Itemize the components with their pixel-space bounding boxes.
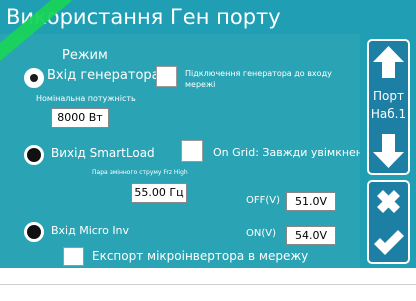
radio-smartload-output[interactable] xyxy=(24,145,44,165)
gen-port-panel: Використання Ген порту Режим Вхід генера… xyxy=(0,0,416,268)
confirm-button[interactable] xyxy=(369,224,408,264)
radio-micro-inv-input[interactable] xyxy=(24,222,44,242)
on-grid-checkbox[interactable] xyxy=(181,140,203,162)
radio-generator-input[interactable] xyxy=(24,68,44,88)
port-selector-group: Порт Наб.1 xyxy=(367,39,410,175)
on-grid-label: On Grid: Завжди увімкнено xyxy=(213,146,370,159)
port-down-button[interactable] xyxy=(369,129,408,173)
grid-connect-label-line1: Підключення генератора до входу xyxy=(185,69,332,78)
rated-power-field[interactable]: 8000 Вт xyxy=(51,108,109,128)
option-generator-input-label: Вхід генератора xyxy=(47,68,160,83)
export-micro-inv-label: Експорт мікроінвертора в мережу xyxy=(92,249,309,263)
off-voltage-label: OFF(V) xyxy=(246,195,281,206)
option-micro-inv-label: Вхід Micro Inv xyxy=(51,224,130,237)
export-micro-inv-checkbox[interactable] xyxy=(63,247,84,266)
x-icon xyxy=(377,190,400,213)
on-voltage-label: ON(V) xyxy=(246,228,276,239)
frz-high-field[interactable]: 55.00 Гц xyxy=(131,183,187,203)
off-voltage-field[interactable]: 51.0V xyxy=(286,192,336,211)
arrow-down-icon xyxy=(373,134,404,168)
option-smartload-label: Вихід SmartLoad xyxy=(51,146,155,160)
set-label: Наб.1 xyxy=(370,107,407,121)
port-label: Порт xyxy=(373,89,404,103)
check-icon xyxy=(374,230,404,255)
rated-power-label: Номінальна потужність xyxy=(36,94,136,103)
grid-connect-checkbox[interactable] xyxy=(156,66,177,87)
on-voltage-field[interactable]: 54.0V xyxy=(286,226,336,245)
grid-connect-label: Підключення генератора до входу мережі xyxy=(185,68,332,90)
action-button-group xyxy=(367,180,410,264)
bottom-divider xyxy=(0,284,416,285)
arrow-up-icon xyxy=(373,46,404,78)
grid-connect-label-line2: мережі xyxy=(185,80,216,89)
port-up-button[interactable] xyxy=(369,41,408,83)
frz-label: Пара змінного струму Frz High xyxy=(92,169,188,176)
cancel-button[interactable] xyxy=(369,182,408,222)
mode-label: Режим xyxy=(62,48,108,63)
